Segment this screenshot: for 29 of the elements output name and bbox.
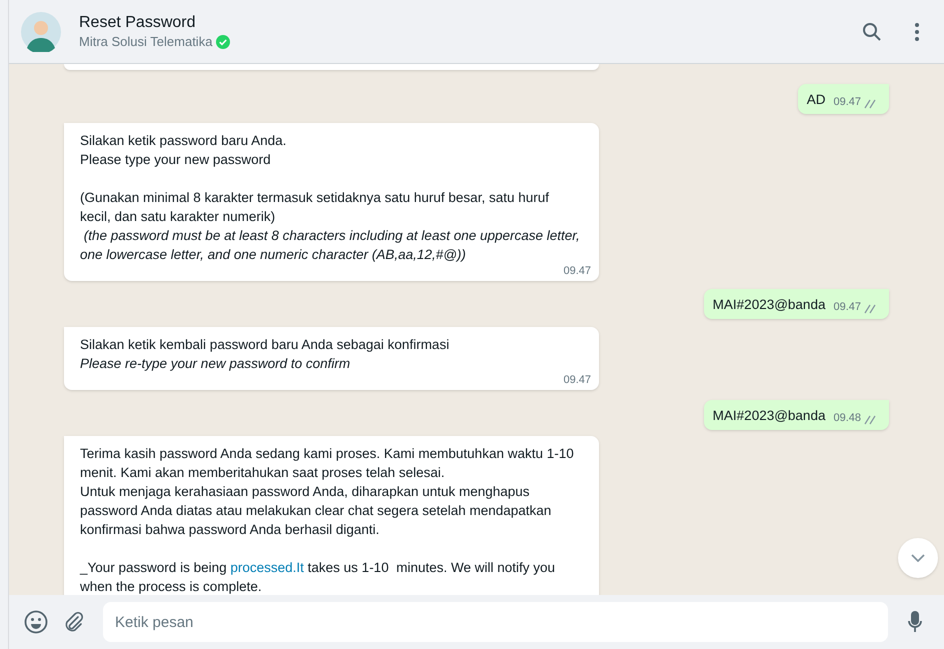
message-text: Please type your new password [80, 151, 272, 169]
message-time: 09.47 [833, 95, 861, 109]
message-text: AD [806, 91, 826, 109]
message-time: 09.48 [833, 411, 861, 425]
message-text: _Your password is being processed.It takes us 1-10 minutes. We will notify you when the process is complete. [80, 559, 556, 595]
menu-icon [915, 22, 919, 40]
message-text: Terima kasih password Anda sedang kami proses. Kami membutuhkan waktu 1-10 menit. Kami akan memberitahukan saat proses telah selesai. [80, 445, 575, 482]
message-text: MAI#2023@banda [712, 296, 826, 314]
chat-subtitle: Mitra Solusi Telematika [79, 32, 212, 50]
message-time: 09.47 [563, 373, 591, 387]
message-text: Please re-type your new password to confirm [80, 355, 352, 373]
smiley-icon [24, 610, 48, 634]
paperclip-icon [63, 611, 85, 633]
message-text: Untuk menjaga kerahasiaan password Anda, diharapkan untuk menghapus password Anda diatas atau melakukan clear chat segera setelah mendapatkan konfirmasi bahwa password Anda berhasil diganti. [80, 483, 552, 539]
microphone-icon [908, 611, 922, 633]
link[interactable]: processed.It [230, 560, 304, 575]
message-text: Silakan ketik kembali password baru Anda sebagai konfirmasi [80, 336, 450, 354]
message-text: MAI#2023@banda [712, 407, 826, 425]
message-input[interactable]: Ketik pesan [103, 602, 888, 642]
chat-title: Reset Password [79, 12, 196, 32]
message-text: Silakan ketik password baru Anda. [80, 132, 288, 150]
emoji-button[interactable] [23, 609, 49, 635]
search-icon [862, 22, 882, 42]
message-text: (the password must be at least 8 characters including at least one uppercase letter, one lowercase letter, and one numeric character (AB,aa,12,#@)) [80, 227, 581, 264]
avatar-icon [21, 12, 61, 52]
chevron-down-icon [911, 554, 925, 562]
message-time: 09.47 [833, 300, 861, 314]
message-time: 09.47 [563, 264, 591, 278]
message-text: (Gunakan minimal 8 karakter termasuk setidaknya satu huruf besar, satu huruf kecil, dan satu karakter numerik) [80, 189, 550, 226]
